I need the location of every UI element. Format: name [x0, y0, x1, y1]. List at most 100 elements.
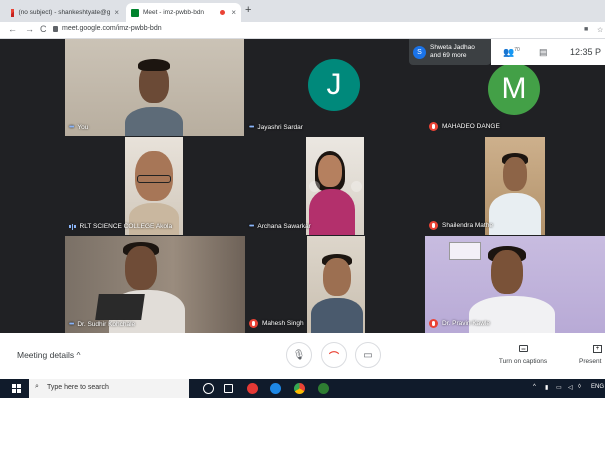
participants-text: Shweta Jadhao and 69 more — [430, 44, 475, 59]
participant-tile-archana[interactable]: ••• Archana Sawarkar — [245, 137, 425, 235]
participant-tile-mahesh[interactable]: Mahesh Singh — [245, 236, 425, 333]
tab-gmail[interactable]: (no subject) - shankeshtyate@g × — [6, 3, 124, 22]
person-face — [125, 246, 157, 290]
person-image — [125, 107, 183, 136]
url-field[interactable]: meet.google.com/imz-pwbb-bdn — [62, 25, 162, 32]
opera-icon[interactable] — [247, 383, 258, 394]
back-icon[interactable]: ← — [8, 24, 17, 34]
cortana-icon[interactable] — [203, 383, 214, 394]
mic-off-icon — [429, 319, 438, 328]
star-icon[interactable]: ☆ — [597, 26, 603, 34]
avatar: M — [488, 63, 540, 115]
captions-label: Turn on captions — [498, 358, 548, 365]
person-hair — [138, 59, 170, 71]
participant-tile-sudhir[interactable]: ••• Dr. Sudhir Kohchale — [65, 236, 245, 333]
tray-chevron-icon[interactable]: ^ — [533, 384, 536, 390]
search-placeholder: Type here to search — [47, 384, 109, 391]
captions-button[interactable]: cc Turn on captions — [497, 343, 549, 373]
bluetooth-icon[interactable]: ▮ — [545, 384, 548, 391]
mic-off-icon — [429, 221, 438, 230]
avatar: J — [308, 59, 360, 111]
lock-icon — [53, 26, 58, 32]
windows-taskbar: ⌕ Type here to search ^ ▮ ▭ ◁ ◊ ENG — [0, 379, 605, 398]
network-status-icon[interactable]: ◊ — [578, 384, 581, 390]
windows-start-icon[interactable] — [12, 384, 21, 393]
language-indicator[interactable]: ENG — [591, 384, 604, 390]
cc-icon: cc — [519, 345, 528, 352]
person-image — [489, 193, 541, 235]
tab-label: (no subject) - shankeshtyate@g — [18, 9, 111, 16]
chat-icon[interactable]: ▤ — [539, 47, 548, 58]
participant-label: RLT SCIENCE COLLEGE Akola — [69, 223, 172, 230]
gmail-icon — [11, 8, 15, 17]
participant-label: Shailendra Mathe — [429, 221, 493, 230]
meet-icon — [131, 8, 139, 17]
speaking-icon: ••• — [69, 124, 74, 131]
taskbar-search[interactable]: ⌕ Type here to search — [29, 379, 189, 398]
browser-tab-bar: (no subject) - shankeshtyate@g × Meet - … — [0, 0, 605, 22]
person-image — [309, 189, 355, 235]
close-icon[interactable]: × — [231, 8, 236, 17]
participant-label: ••• You — [69, 124, 89, 131]
chrome-icon[interactable] — [294, 383, 305, 394]
screenshot: (no subject) - shankeshtyate@g × Meet - … — [0, 0, 605, 398]
participant-label: MAHADEO DANGE — [429, 122, 500, 131]
wall-switchboard — [449, 242, 481, 260]
meeting-details-button[interactable]: Meeting details ^ — [17, 350, 81, 360]
clock: 12:35 P — [570, 47, 602, 57]
participant-label: Dr. Pravin Kawle — [429, 319, 490, 328]
tab-label: Meet - imz-pwbb-bdn — [143, 9, 205, 16]
present-button[interactable]: + Present — [575, 343, 605, 373]
participant-label: ••• Dr. Sudhir Kohchale — [69, 321, 136, 328]
app-icon[interactable] — [318, 383, 329, 394]
person-image — [129, 203, 179, 235]
new-tab-icon[interactable]: + — [245, 4, 251, 16]
person-image — [311, 298, 363, 333]
avatar: S — [413, 45, 426, 59]
participant-tile-you[interactable]: ••• You — [65, 39, 244, 136]
meet-stage: ••• You J ••• Jayashri Sardar M MAHADEO DA… — [0, 39, 605, 333]
present-label: Present — [579, 358, 602, 365]
task-view-icon[interactable] — [224, 384, 233, 393]
participant-label: ••• Archana Sawarkar — [249, 223, 311, 230]
people-icon[interactable]: 👥70 — [503, 47, 520, 58]
close-icon[interactable]: × — [114, 8, 119, 17]
person-face — [323, 258, 351, 296]
mic-off-icon — [249, 319, 258, 328]
tab-meet[interactable]: Meet - imz-pwbb-bdn × — [126, 3, 241, 22]
participants-card[interactable]: S Shweta Jadhao and 69 more — [409, 39, 491, 65]
mic-off-icon — [429, 122, 438, 131]
participant-tile-rlt-college[interactable]: RLT SCIENCE COLLEGE Akola — [65, 137, 245, 235]
participant-label: ••• Jayashri Sardar — [249, 124, 303, 131]
camera-button[interactable]: ▭ — [355, 342, 381, 368]
person-face — [503, 157, 527, 191]
address-bar: ← → C meet.google.com/imz-pwbb-bdn ■ ☆ — [0, 22, 605, 39]
person-face — [318, 155, 342, 187]
search-icon: ⌕ — [35, 383, 39, 390]
glasses — [137, 175, 171, 183]
hang-up-icon: ⌒ — [329, 351, 339, 363]
chevron-up-icon: ^ — [76, 350, 81, 360]
end-call-button[interactable]: ⌒ — [321, 342, 347, 368]
participant-tile-shailendra[interactable]: Shailendra Mathe — [425, 137, 605, 235]
volume-icon[interactable]: ◁ — [568, 384, 573, 391]
meet-top-controls: 👥70 ▤ 12:35 P — [491, 39, 605, 65]
mic-button[interactable]: 🎙 — [286, 342, 312, 368]
meet-bottom-bar: Meeting details ^ 🎙 ⌒ ▭ cc Turn on capti… — [0, 333, 605, 379]
pin-icon[interactable] — [309, 181, 320, 192]
mic-icon: 🎙 — [292, 349, 306, 361]
participant-label: Mahesh Singh — [249, 319, 304, 328]
speaking-icon: ••• — [69, 321, 74, 328]
edge-icon[interactable] — [270, 383, 281, 394]
participant-tile-pravin[interactable]: Dr. Pravin Kawle — [425, 236, 605, 333]
camera-indicator-icon[interactable]: ■ — [584, 26, 588, 33]
tablet-device — [95, 294, 145, 320]
participant-tile-jayashri[interactable]: J ••• Jayashri Sardar — [245, 39, 425, 136]
more-options-icon[interactable] — [351, 181, 362, 192]
person-face — [491, 250, 523, 294]
forward-icon[interactable]: → — [25, 24, 34, 34]
network-icon[interactable]: ▭ — [556, 384, 562, 391]
present-icon: + — [593, 345, 602, 353]
reload-icon[interactable]: C — [40, 24, 47, 34]
recording-icon — [220, 10, 226, 15]
